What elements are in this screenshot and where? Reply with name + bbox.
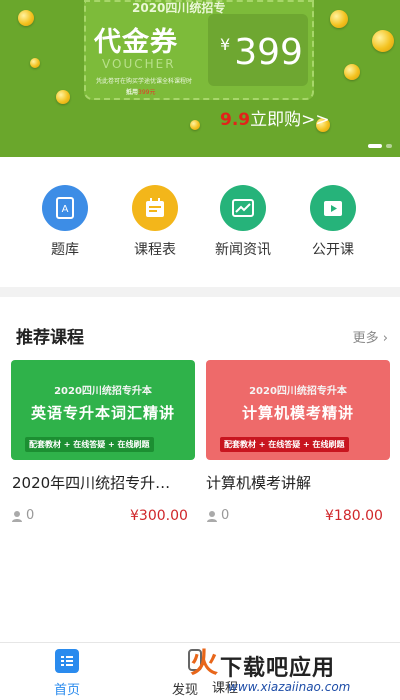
quick-item-open-class[interactable]: 公开课 bbox=[298, 185, 368, 259]
course-card-cover[interactable]: 2020四川统招专升本 英语专升本词汇精讲 配套教材 + 在线答疑 + 在线刷题 bbox=[11, 360, 195, 460]
voucher-ticket: 2020四川统招专 代金券 VOUCHER 凭此卷可在购买学途优课全科课程时 抵… bbox=[84, 0, 314, 100]
watermark-logo: 火 下载吧应用 www.xiazaiinao.com bbox=[190, 648, 400, 700]
cover-tag: 配套教材 + 在线答疑 + 在线刷题 bbox=[220, 437, 349, 452]
student-count: 0 bbox=[11, 508, 34, 523]
voucher-title: 代金券 bbox=[94, 27, 178, 58]
yen-symbol: ¥ bbox=[220, 35, 231, 54]
cta-label: 立即购>> bbox=[250, 110, 330, 130]
quick-item-label: 课程表 bbox=[134, 242, 176, 258]
voucher-deduct-text: 抵用399元 bbox=[126, 87, 155, 96]
app-screen: 2020四川统招专 代金券 VOUCHER 凭此卷可在购买学途优课全科课程时 抵… bbox=[0, 0, 400, 700]
voucher-subtitle: VOUCHER bbox=[102, 57, 176, 71]
quick-menu: A 题库 课程表 新闻资讯 公开课 bbox=[0, 157, 400, 287]
coin-decoration bbox=[30, 58, 40, 68]
quick-item-question-bank[interactable]: A 题库 bbox=[30, 185, 100, 259]
coin-decoration bbox=[56, 90, 70, 104]
person-icon bbox=[12, 510, 22, 522]
course-title[interactable]: 计算机模考讲解 bbox=[206, 472, 311, 493]
tab-label: 首页 bbox=[53, 683, 80, 698]
voucher-price-value: 399 bbox=[234, 32, 303, 73]
quick-item-label: 题库 bbox=[51, 242, 79, 258]
voucher-price: ¥399 bbox=[220, 32, 303, 73]
quick-item-label: 公开课 bbox=[312, 242, 354, 258]
watermark-mark-icon: 火 bbox=[190, 646, 219, 679]
cover-line1: 2020四川统招专升本 bbox=[54, 386, 152, 397]
cover-line1: 2020四川统招专升本 bbox=[249, 386, 347, 397]
coin-decoration bbox=[190, 120, 200, 130]
section-title: 推荐课程 bbox=[16, 328, 84, 348]
student-count: 0 bbox=[206, 508, 229, 523]
cover-line2: 英语专升本词汇精讲 bbox=[30, 404, 175, 422]
more-link[interactable]: 更多 › bbox=[353, 327, 388, 346]
tab-home[interactable]: 首页 bbox=[27, 649, 107, 698]
svg-text:A: A bbox=[62, 204, 69, 215]
schedule-icon bbox=[132, 185, 178, 231]
voucher-description: 凭此卷可在购买学途优课全科课程时 bbox=[96, 78, 193, 85]
coin-decoration bbox=[330, 10, 348, 28]
course-title[interactable]: 2020年四川统招专升… bbox=[12, 472, 170, 493]
coin-decoration bbox=[344, 64, 360, 80]
carousel-dot-active[interactable] bbox=[368, 144, 382, 148]
carousel-indicator[interactable] bbox=[368, 144, 392, 148]
coin-decoration bbox=[18, 10, 34, 26]
watermark-url: www.xiazaiinao.com bbox=[228, 680, 351, 694]
coin-decoration bbox=[372, 30, 394, 52]
voucher-price-box: ¥399 bbox=[208, 14, 308, 86]
person-icon bbox=[207, 510, 217, 522]
student-count-value: 0 bbox=[26, 508, 35, 523]
question-bank-icon: A bbox=[42, 185, 88, 231]
deduct-prefix: 抵用 bbox=[126, 89, 139, 96]
buy-now-link[interactable]: 9.9立即购>> bbox=[220, 105, 330, 130]
watermark-text: 下载吧应用 bbox=[220, 656, 336, 681]
quick-item-label: 新闻资讯 bbox=[215, 242, 271, 258]
student-count-value: 0 bbox=[221, 508, 230, 523]
course-price: ¥180.00 bbox=[325, 508, 383, 524]
home-icon bbox=[55, 649, 79, 673]
recommended-section: 推荐课程 更多 › 2020四川统招专升本 英语专升本词汇精讲 配套教材 + 在… bbox=[0, 297, 400, 642]
deduct-amount: 399元 bbox=[138, 89, 156, 96]
cover-tag: 配套教材 + 在线答疑 + 在线刷题 bbox=[25, 437, 154, 452]
quick-item-news[interactable]: 新闻资讯 bbox=[208, 185, 278, 259]
promo-banner[interactable]: 2020四川统招专 代金券 VOUCHER 凭此卷可在购买学途优课全科课程时 抵… bbox=[0, 0, 400, 157]
cta-price: 9.9 bbox=[220, 110, 251, 130]
cover-line2: 计算机模考精讲 bbox=[241, 404, 354, 422]
course-card-cover[interactable]: 2020四川统招专升本 计算机模考精讲 配套教材 + 在线答疑 + 在线刷题 bbox=[206, 360, 390, 460]
open-class-icon bbox=[310, 185, 356, 231]
course-price: ¥300.00 bbox=[130, 508, 188, 524]
carousel-dot[interactable] bbox=[386, 144, 392, 148]
quick-item-schedule[interactable]: 课程表 bbox=[120, 185, 190, 259]
news-icon bbox=[220, 185, 266, 231]
